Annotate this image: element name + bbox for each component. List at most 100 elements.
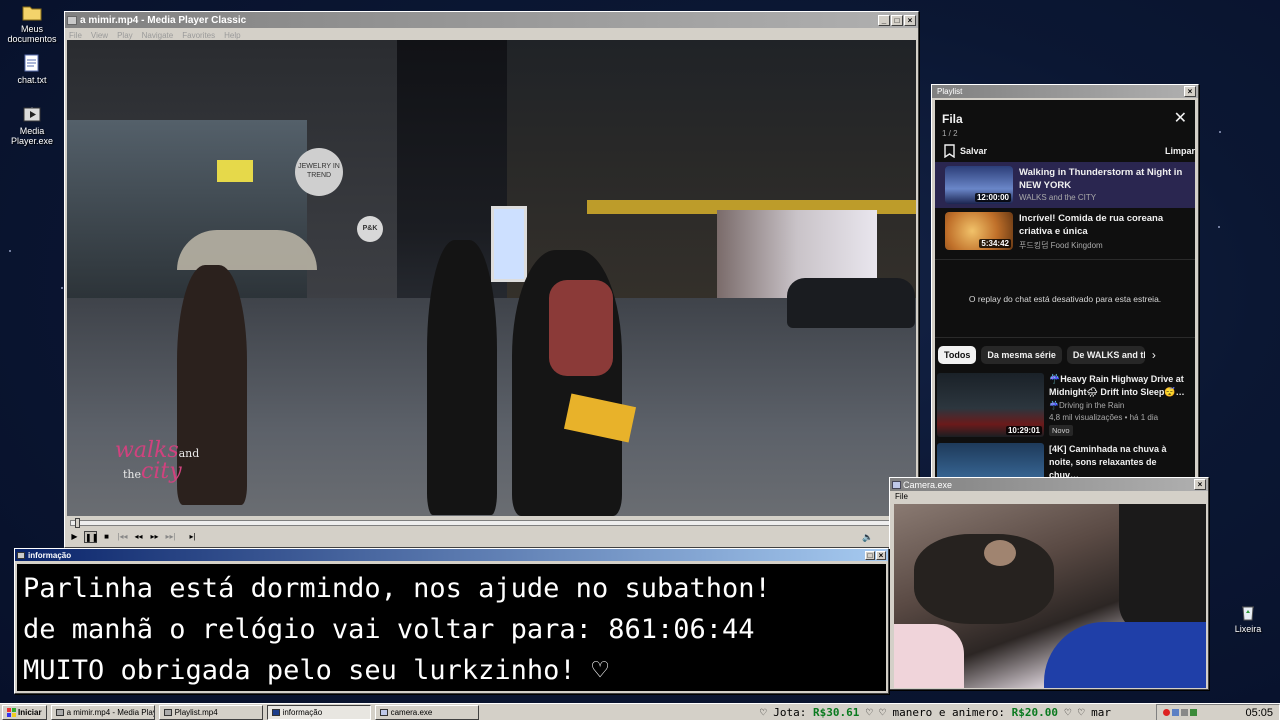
folder-icon [22, 6, 42, 21]
chevron-right-icon[interactable]: › [1152, 348, 1156, 362]
media-player-icon [23, 107, 41, 122]
queue-item[interactable]: 5:34:42 Incrível! Comida de rua coreana … [935, 208, 1195, 255]
network-icon[interactable] [1172, 709, 1179, 716]
close-icon[interactable]: ✕ [1174, 111, 1187, 127]
info-message: Parlinha está dormindo, nos ajude no sub… [17, 564, 886, 691]
recommendation-channel: ☔Driving in the Rain [1049, 401, 1125, 410]
bookmark-icon [944, 144, 955, 158]
queue-title: Fila [942, 112, 963, 126]
kiosk-screen [491, 206, 527, 282]
video-frame[interactable]: JEWELRY IN TREND P&K walksand thecity [67, 40, 916, 516]
info-app-icon [17, 551, 25, 559]
media-player-titlebar[interactable]: a mimir.mp4 - Media Player Classic _ □ × [65, 12, 918, 28]
star [1219, 131, 1221, 133]
chip-same-series[interactable]: Da mesma série [981, 346, 1062, 364]
ticker-name: ♡ Jota: [760, 706, 807, 719]
duration-badge: 12:00:00 [974, 193, 1011, 202]
recommendation-item[interactable]: [4K] Caminhada na chuva à noite, sons re… [935, 437, 1195, 478]
close-button[interactable]: × [1194, 479, 1206, 490]
pedestrian-dark-coat [427, 240, 497, 515]
info-window[interactable]: informação □ × Parlinha está dormindo, n… [14, 548, 889, 694]
desktop-icon-recycle-bin[interactable]: Lixeira [1216, 602, 1280, 634]
menu-favorites[interactable]: Favorites [182, 31, 215, 40]
new-badge: Novo [1049, 425, 1073, 436]
maximize-button[interactable]: □ [865, 550, 875, 560]
recommendation-meta: 4,8 mil visualizações • há 1 dia [1049, 413, 1159, 422]
desktop-icon-chat-txt[interactable]: chat.txt [0, 53, 64, 85]
queue-thumbnail: 5:34:42 [945, 212, 1013, 250]
volume-icon[interactable]: 🔈 [862, 532, 873, 543]
next-icon[interactable]: ▸▸| [164, 531, 177, 543]
frame-step-icon[interactable]: ▸| [186, 531, 199, 543]
camera-menu-file[interactable]: File [890, 491, 1208, 502]
menu-navigate[interactable]: Navigate [142, 31, 174, 40]
queue-item-channel: WALKS and the CITY [1019, 193, 1097, 202]
rewind-icon[interactable]: ◂◂ [132, 531, 145, 543]
desktop-icon-media-player[interactable]: Media Player.exe [0, 104, 64, 146]
play-icon[interactable]: ▶ [68, 531, 81, 543]
close-button[interactable]: × [904, 14, 916, 26]
task-playlist[interactable]: Playlist.mp4 [158, 704, 263, 720]
task-info[interactable]: informação [266, 704, 371, 720]
stop-icon[interactable]: ■ [100, 531, 113, 543]
maximize-button[interactable]: □ [891, 14, 903, 26]
recommendation-item[interactable]: 10:29:01 ☔Heavy Rain Highway Drive at Mi… [935, 364, 1195, 437]
previous-icon[interactable]: |◂◂ [116, 531, 129, 543]
queue-item-title: Walking in Thunderstorm at Night in NEW … [1019, 167, 1183, 191]
recommendation-title: ☔Heavy Rain Highway Drive at Midnight🌧 D… [1049, 374, 1185, 397]
media-player-icon [55, 708, 64, 716]
window-title: Playlist [937, 87, 963, 96]
recommendation-thumbnail [937, 443, 1044, 478]
volume-tray-icon[interactable] [1181, 709, 1188, 716]
task-media-player[interactable]: a mimir.mp4 - Media Playe... [50, 704, 155, 720]
star [1218, 226, 1220, 228]
info-line: Parlinha está dormindo, nos ajude no sub… [23, 573, 771, 604]
youtube-queue-panel: Fila ✕ 1 / 2 Salvar Limpar 12:00:00 Walk… [935, 100, 1195, 478]
watermark-the: the [123, 468, 142, 481]
star [9, 250, 11, 252]
menu-file[interactable]: File [69, 31, 82, 40]
camera-app-icon [892, 480, 901, 489]
minimize-button[interactable]: _ [878, 14, 890, 26]
menu-play[interactable]: Play [117, 31, 133, 40]
save-button[interactable]: Salvar [944, 144, 987, 158]
menu-view[interactable]: View [91, 31, 108, 40]
chip-all[interactable]: Todos [938, 346, 977, 364]
queue-item-title: Incrível! Comida de rua coreana criativa… [1019, 213, 1164, 237]
playlist-titlebar[interactable]: Playlist × [932, 85, 1198, 98]
seek-bar[interactable] [70, 518, 914, 528]
fast-forward-icon[interactable]: ▸▸ [148, 531, 161, 543]
red-backpack [549, 280, 613, 376]
watermark-city: city [141, 459, 182, 484]
queue-thumbnail: 12:00:00 [945, 166, 1013, 204]
menu-help[interactable]: Help [224, 31, 240, 40]
queue-item[interactable]: 12:00:00 Walking in Thunderstorm at Nigh… [935, 162, 1195, 208]
notepad-icon [24, 54, 39, 72]
dark-curtain [1119, 504, 1206, 634]
chip-from-channel[interactable]: De WALKS and the CI [1066, 346, 1145, 364]
start-button[interactable]: Iniciar [2, 704, 47, 720]
camera-titlebar[interactable]: Camera.exe × [890, 478, 1208, 491]
system-tray: 05:05 [1156, 704, 1280, 720]
ticker-name: ♡ ♡ manero e animero: [865, 706, 1006, 719]
desktop-icon-label: chat.txt [17, 75, 47, 85]
close-button[interactable]: × [876, 550, 886, 560]
star [61, 287, 63, 289]
desktop-icon-my-documents[interactable]: Meus documentos [0, 2, 64, 44]
pk-sign: P&K [357, 216, 383, 242]
queue-count: 1 / 2 [942, 129, 958, 138]
recording-icon[interactable] [1163, 709, 1170, 716]
tray-icons [1163, 709, 1197, 716]
info-titlebar[interactable]: informação □ × [15, 549, 888, 561]
chat-replay-notice: O replay do chat está desativado para es… [935, 259, 1195, 337]
clock[interactable]: 05:05 [1245, 707, 1273, 719]
shield-icon[interactable] [1190, 709, 1197, 716]
task-camera[interactable]: camera.exe [374, 704, 479, 720]
pause-icon[interactable]: ❚❚ [84, 531, 98, 543]
info-line: MUITO obrigada pelo seu lurkzinho! ♡ [23, 655, 609, 686]
cat [984, 540, 1016, 566]
seek-knob[interactable] [75, 518, 80, 528]
close-button[interactable]: × [1184, 86, 1196, 97]
clear-button[interactable]: Limpar [1165, 146, 1195, 156]
recommendation-thumbnail: 10:29:01 [937, 373, 1044, 437]
